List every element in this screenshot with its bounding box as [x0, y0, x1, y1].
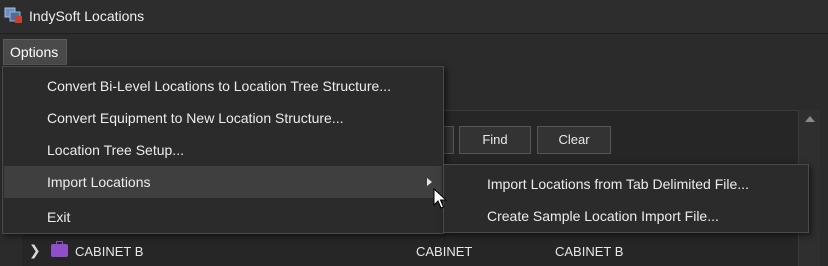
- menu-item-exit[interactable]: Exit: [4, 201, 442, 233]
- menu-item-location-tree-setup[interactable]: Location Tree Setup...: [4, 134, 442, 166]
- scroll-up-icon[interactable]: [805, 116, 815, 122]
- menu-item-convert-bi-level[interactable]: Convert Bi-Level Locations to Location T…: [4, 70, 442, 102]
- menu-item-label: Convert Equipment to New Location Struct…: [47, 110, 344, 126]
- menu-item-label: Location Tree Setup...: [47, 142, 184, 158]
- menu-item-create-sample-import[interactable]: Create Sample Location Import File...: [444, 200, 808, 232]
- row-location-name: CABINET B: [75, 244, 144, 259]
- options-dropdown-menu: Convert Bi-Level Locations to Location T…: [2, 66, 444, 234]
- menu-bar: Options: [0, 36, 828, 66]
- title-bar: IndySoft Locations: [0, 0, 828, 34]
- menu-item-import-tab-delimited[interactable]: Import Locations from Tab Delimited File…: [444, 168, 808, 200]
- table-row[interactable]: ❯ CABINET B CABINET CABINET B: [22, 236, 798, 266]
- menu-item-label: Convert Bi-Level Locations to Location T…: [47, 78, 391, 94]
- mouse-pointer-icon: [433, 188, 447, 209]
- menu-item-convert-equipment[interactable]: Convert Equipment to New Location Struct…: [4, 102, 442, 134]
- menu-item-label: Exit: [47, 209, 71, 225]
- menu-item-label: Import Locations: [47, 174, 151, 190]
- row-location-type: CABINET: [416, 244, 473, 259]
- expand-chevron-icon[interactable]: ❯: [29, 242, 41, 259]
- window-title: IndySoft Locations: [29, 8, 145, 24]
- find-button[interactable]: Find: [459, 126, 531, 154]
- menu-item-label: Import Locations from Tab Delimited File…: [487, 176, 749, 192]
- briefcase-icon: [51, 241, 68, 257]
- options-menu[interactable]: Options: [3, 39, 67, 65]
- row-location-description: CABINET B: [555, 244, 624, 259]
- clear-button[interactable]: Clear: [537, 126, 611, 154]
- app-icon: [4, 7, 22, 23]
- submenu-arrow-icon: [427, 178, 432, 186]
- menu-item-label: Create Sample Location Import File...: [487, 208, 719, 224]
- import-locations-submenu: Import Locations from Tab Delimited File…: [443, 164, 809, 233]
- menu-item-import-locations[interactable]: Import Locations: [4, 166, 442, 198]
